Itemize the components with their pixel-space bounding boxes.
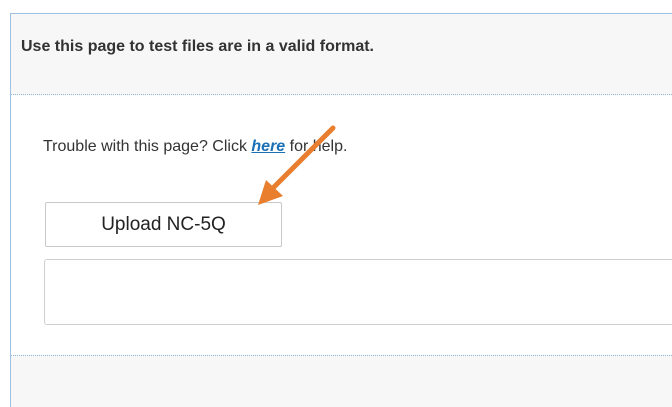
help-text-prefix: Trouble with this page? Click [43,138,252,155]
panel-body: Trouble with this page? Click here for h… [11,95,672,355]
help-text-suffix: for help. [285,138,348,155]
page: Use this page to test files are in a val… [0,0,672,407]
help-link[interactable]: here [251,138,285,155]
upload-result-field[interactable] [44,259,672,325]
upload-panel: Use this page to test files are in a val… [10,13,672,407]
panel-header: Use this page to test files are in a val… [11,14,672,95]
upload-nc5q-button[interactable]: Upload NC-5Q [45,202,282,247]
panel-footer [11,355,672,407]
page-instructions: Use this page to test files are in a val… [21,38,374,55]
help-text: Trouble with this page? Click here for h… [43,138,347,156]
